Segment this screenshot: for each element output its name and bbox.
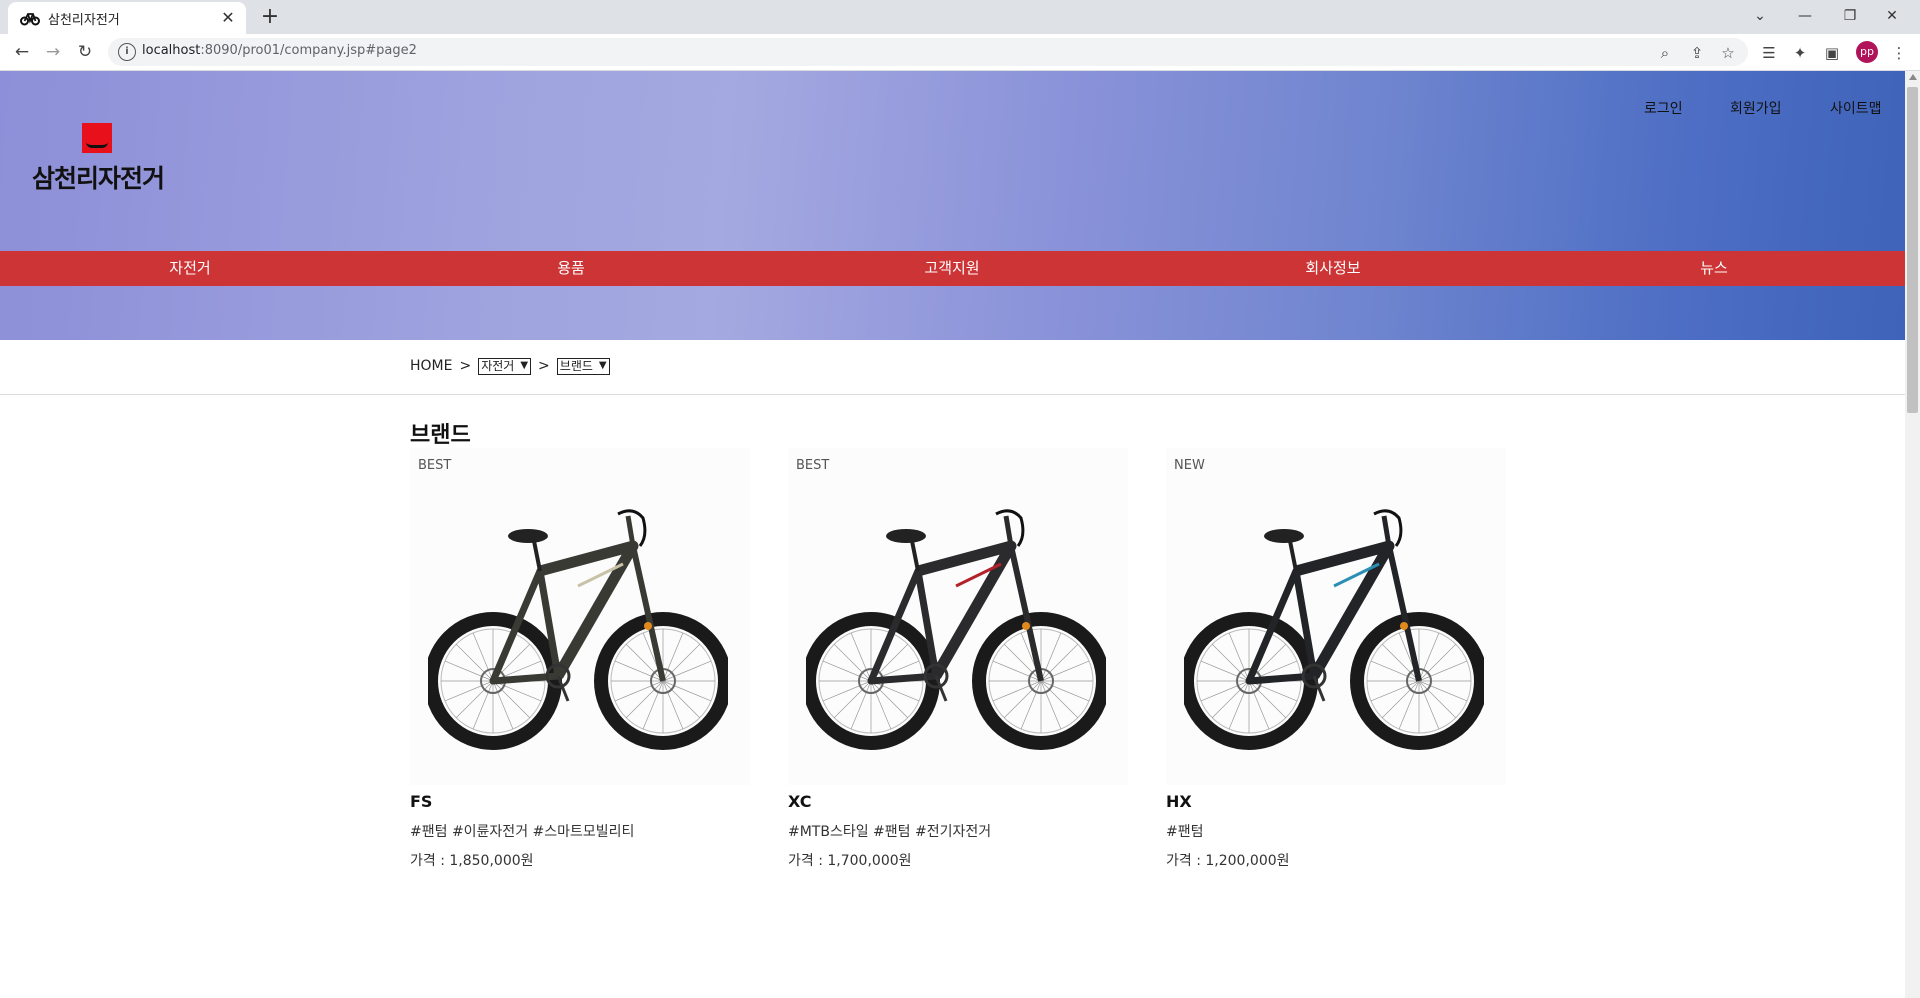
signup-link[interactable]: 회원가입 <box>1730 98 1782 118</box>
bookmark-star-icon[interactable]: ☆ <box>1719 44 1737 62</box>
site-logo[interactable]: 삼천리자전거 <box>32 123 172 193</box>
login-link[interactable]: 로그인 <box>1644 98 1683 118</box>
page-viewport: 삼천리자전거 로그인 회원가입 사이트맵 자전거 용품 고객지원 회사정보 뉴스… <box>0 71 1905 998</box>
forward-button[interactable]: → <box>41 40 65 64</box>
address-bar[interactable]: i localhost:8090/pro01/company.jsp#page2 <box>108 38 1748 66</box>
product-price: 가격 : 1,700,000원 <box>788 853 912 869</box>
restore-button[interactable]: ❐ <box>1830 4 1870 28</box>
content-divider <box>0 394 1905 395</box>
product-badge: BEST <box>418 458 452 473</box>
nav-item-accessories[interactable]: 용품 <box>557 251 585 286</box>
nav-item-news[interactable]: 뉴스 <box>1700 251 1728 286</box>
scroll-up-icon[interactable] <box>1909 74 1917 80</box>
product-tags: #MTB스타일 #팬텀 #전기자전거 <box>788 824 992 840</box>
breadcrumb-separator: > <box>459 358 472 374</box>
product-name[interactable]: XC <box>788 792 812 811</box>
browser-tab[interactable]: 삼천리자전거 ✕ <box>8 2 246 34</box>
product-name[interactable]: HX <box>1166 792 1192 811</box>
breadcrumb-separator: > <box>538 358 550 374</box>
sitemap-link[interactable]: 사이트맵 <box>1830 98 1882 118</box>
minimize-button[interactable]: — <box>1785 4 1825 28</box>
product-card[interactable]: BEST FS #팬텀 #이륜자전거 #스마트모빌리티 가격 : 1,850,0… <box>410 448 750 869</box>
breadcrumb-home[interactable]: HOME <box>410 358 452 374</box>
site-info-icon[interactable]: i <box>118 43 136 61</box>
product-name[interactable]: FS <box>410 792 432 811</box>
product-card[interactable]: NEW HX #팬텀 가격 : 1,200,000원 <box>1166 448 1506 869</box>
browser-toolbar: ← → ↻ i localhost:8090/pro01/company.jsp… <box>0 34 1920 71</box>
product-price: 가격 : 1,850,000원 <box>410 853 534 869</box>
new-tab-button[interactable]: + <box>258 6 282 30</box>
reading-list-icon[interactable]: ☰ <box>1760 44 1778 62</box>
menu-kebab-icon[interactable]: ⋮ <box>1890 44 1908 62</box>
nav-item-support[interactable]: 고객지원 <box>924 251 979 286</box>
extensions-icon[interactable]: ✦ <box>1791 44 1809 62</box>
profile-avatar[interactable]: pp <box>1856 41 1878 63</box>
browser-tab-strip: 삼천리자전거 ✕ + ⌄ — ❐ ✕ <box>0 0 1920 34</box>
main-nav: 자전거 용품 고객지원 회사정보 뉴스 <box>0 251 1905 286</box>
bicycle-image-icon <box>428 509 728 750</box>
reload-button[interactable]: ↻ <box>73 40 97 64</box>
url-text: localhost:8090/pro01/company.jsp#page2 <box>142 43 417 58</box>
bicycle-image-icon <box>1184 509 1484 750</box>
logo-mark-icon <box>82 123 112 153</box>
product-badge: BEST <box>796 458 830 473</box>
logo-text: 삼천리자전거 <box>32 164 165 193</box>
product-card[interactable]: BEST XC #MTB스타일 #팬텀 #전기자전거 가격 : 1,700,00… <box>788 448 1128 869</box>
page-title: 브랜드 <box>410 423 471 448</box>
chevron-down-icon: ▼ <box>520 360 529 371</box>
scrollbar-thumb[interactable] <box>1907 87 1918 413</box>
subcategory-select[interactable]: 브랜드 ▼ <box>556 357 610 375</box>
back-button[interactable]: ← <box>10 40 34 64</box>
category-select[interactable]: 자전거 ▼ <box>478 357 532 375</box>
product-image[interactable]: BEST <box>788 448 1128 785</box>
zoom-icon[interactable]: ⌕ <box>1656 44 1674 62</box>
product-tags: #팬텀 <box>1166 824 1204 840</box>
close-tab-icon[interactable]: ✕ <box>218 8 238 28</box>
product-image[interactable]: BEST <box>410 448 750 785</box>
share-icon[interactable]: ⇪ <box>1688 44 1706 62</box>
tab-title: 삼천리자전거 <box>48 12 120 28</box>
product-badge: NEW <box>1174 458 1205 473</box>
chevron-down-icon: ▼ <box>598 360 607 371</box>
site-header: 삼천리자전거 로그인 회원가입 사이트맵 자전거 용품 고객지원 회사정보 뉴스 <box>0 71 1905 340</box>
side-panel-icon[interactable]: ▣ <box>1823 44 1841 62</box>
bicycle-image-icon <box>806 509 1106 750</box>
product-tags: #팬텀 #이륜자전거 #스마트모빌리티 <box>410 824 635 840</box>
product-image[interactable]: NEW <box>1166 448 1506 785</box>
nav-item-company[interactable]: 회사정보 <box>1305 251 1360 286</box>
nav-item-bicycle[interactable]: 자전거 <box>169 251 210 286</box>
product-price: 가격 : 1,200,000원 <box>1166 853 1290 869</box>
breadcrumb: HOME > 자전거 ▼ > 브랜드 ▼ <box>410 356 610 376</box>
vertical-scrollbar[interactable] <box>1905 71 1920 998</box>
close-window-button[interactable]: ✕ <box>1872 4 1912 28</box>
tab-search-icon[interactable]: ⌄ <box>1740 4 1780 28</box>
bicycle-favicon-icon <box>20 8 40 28</box>
